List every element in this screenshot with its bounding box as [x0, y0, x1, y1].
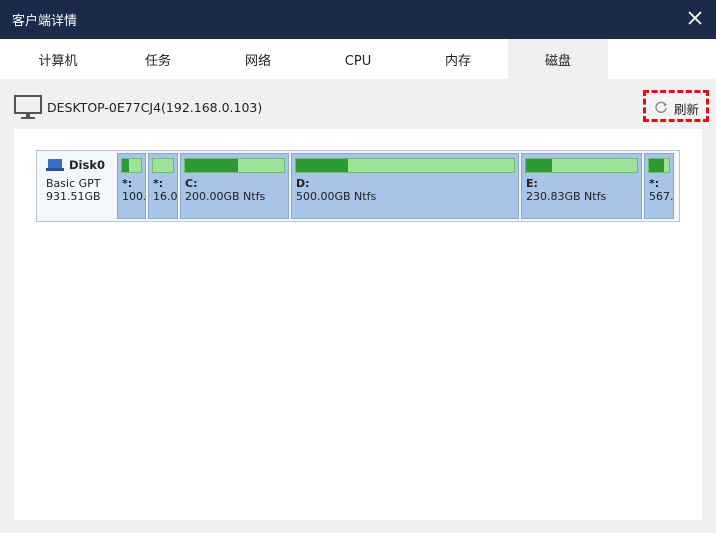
- partition-block[interactable]: *: 567.: [644, 153, 674, 219]
- title-bar: 客户端详情: [0, 0, 716, 39]
- tab-memory[interactable]: 内存: [408, 39, 508, 79]
- usage-bar: [295, 158, 515, 173]
- usage-fill: [122, 159, 129, 172]
- partition-info: 500.00GB Ntfs: [296, 190, 377, 203]
- disk-size: 931.51GB: [46, 190, 101, 203]
- partition-info: 567.: [649, 190, 674, 203]
- host-bar: DESKTOP-0E77CJ4(192.168.0.103): [0, 79, 716, 129]
- partition-info: 16.0: [153, 190, 178, 203]
- usage-bar: [152, 158, 174, 173]
- usage-bar: [121, 158, 142, 173]
- usage-bar: [648, 158, 670, 173]
- partition-info: 100.: [122, 190, 146, 203]
- partition-block[interactable]: *: 16.0: [148, 153, 178, 219]
- partition-label: E:: [526, 177, 538, 190]
- usage-fill: [649, 159, 664, 172]
- refresh-icon: [655, 101, 667, 113]
- partition-info: 230.83GB Ntfs: [526, 190, 607, 203]
- partition-block[interactable]: C: 200.00GB Ntfs: [180, 153, 289, 219]
- refresh-label: 刷新: [674, 102, 700, 117]
- tab-bar: 计算机 任务 网络 CPU 内存 磁盘: [0, 39, 716, 79]
- close-button[interactable]: [682, 5, 708, 31]
- disk-icon: [46, 159, 64, 171]
- partition-label: D:: [296, 177, 310, 190]
- tab-computer[interactable]: 计算机: [8, 39, 108, 79]
- host-name: DESKTOP-0E77CJ4(192.168.0.103): [47, 100, 263, 115]
- monitor-icon: [14, 95, 42, 119]
- close-icon: [688, 11, 702, 25]
- partition-block[interactable]: *: 100.: [117, 153, 146, 219]
- disk-info[interactable]: Disk0 Basic GPT 931.51GB: [38, 152, 115, 220]
- partition-block[interactable]: E: 230.83GB Ntfs: [521, 153, 642, 219]
- partition-label: *:: [122, 177, 133, 190]
- refresh-button[interactable]: 刷新: [643, 90, 709, 122]
- disk-name: Disk0: [69, 158, 105, 172]
- usage-fill: [185, 159, 239, 172]
- window-title: 客户端详情: [12, 14, 78, 29]
- partition-label: *:: [649, 177, 660, 190]
- partition-label: *:: [153, 177, 164, 190]
- usage-bar: [525, 158, 638, 173]
- tab-tasks[interactable]: 任务: [108, 39, 208, 79]
- partition-label: C:: [185, 177, 198, 190]
- usage-bar: [184, 158, 285, 173]
- tab-cpu[interactable]: CPU: [308, 39, 408, 79]
- partition-block[interactable]: D: 500.00GB Ntfs: [291, 153, 519, 219]
- usage-fill: [296, 159, 349, 172]
- tab-network[interactable]: 网络: [208, 39, 308, 79]
- usage-fill: [526, 159, 552, 172]
- disk-type: Basic GPT: [46, 177, 101, 190]
- tab-disk[interactable]: 磁盘: [508, 39, 608, 79]
- partition-info: 200.00GB Ntfs: [185, 190, 266, 203]
